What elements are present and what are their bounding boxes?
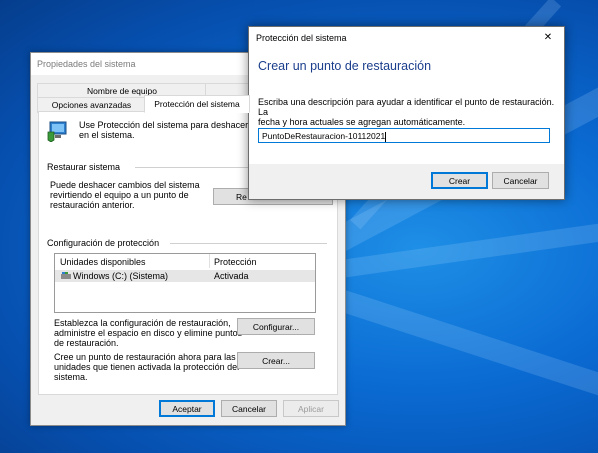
desc-line: de restauración. <box>54 338 119 348</box>
configure-button[interactable]: Configurar... <box>237 318 315 335</box>
text-cursor <box>385 131 387 142</box>
accept-button[interactable]: Aceptar <box>159 400 215 417</box>
section-title-restaurar: Restaurar sistema <box>47 162 121 172</box>
desc-line: Escriba una descripción para ayudar a id… <box>258 97 555 117</box>
section-title-proteccion: Configuración de protección <box>47 238 160 248</box>
divider <box>170 243 327 244</box>
create-restore-point-dialog: Protección del sistema ✕ Crear un punto … <box>248 26 565 200</box>
tab-label: Protección del sistema <box>154 99 240 109</box>
create-description: Cree un punto de restauración ahora para… <box>54 352 239 382</box>
drive-name: Windows (C:) (Sistema) <box>73 271 169 281</box>
desc-line: Puede deshacer cambios del sistema <box>50 180 200 190</box>
drive-protection-status: Activada <box>214 271 249 281</box>
close-icon[interactable]: ✕ <box>540 30 556 46</box>
configure-description: Establezca la configuración de restaurac… <box>54 318 242 348</box>
tab-label: Opciones avanzadas <box>51 100 132 110</box>
desc-line: fecha y hora actuales se agregan automát… <box>258 117 466 127</box>
create-restore-point-button[interactable]: Crear <box>431 172 488 189</box>
desc-line: sistema. <box>54 372 88 382</box>
table-row[interactable]: Windows (C:) (Sistema) Activada <box>55 270 315 282</box>
system-protection-icon <box>47 120 69 143</box>
column-header-proteccion[interactable]: Protección <box>214 257 257 267</box>
dialog-title: Protección del sistema <box>249 27 564 49</box>
dialog-heading: Crear un punto de restauración <box>258 59 432 73</box>
desc-line: Establezca la configuración de restaurac… <box>54 318 231 328</box>
desc-line: administre el espacio en disco y elimine… <box>54 328 243 338</box>
desc-line: Cree un punto de restauración ahora para… <box>54 352 236 362</box>
cancel-button[interactable]: Cancelar <box>221 400 277 417</box>
tab-proteccion-del-sistema[interactable]: Protección del sistema <box>144 95 250 113</box>
input-value: PuntoDeRestauracion-10112021 <box>262 131 386 141</box>
column-separator <box>209 254 210 268</box>
dialog-description: Escriba una descripción para ayudar a id… <box>258 97 558 127</box>
desc-line: revirtiendo el equipo a un punto de <box>50 190 189 200</box>
desc-line: unidades que tienen activada la protecci… <box>54 362 240 372</box>
dialog-content: Crear un punto de restauración Escriba u… <box>249 49 564 164</box>
desc-line: restauración anterior. <box>50 200 135 210</box>
restore-description: Puede deshacer cambios del sistema revir… <box>50 180 200 210</box>
drive-icon <box>61 272 71 279</box>
create-button[interactable]: Crear... <box>237 352 315 369</box>
column-header-unidades[interactable]: Unidades disponibles <box>60 257 146 267</box>
drives-list[interactable]: Unidades disponibles Protección Windows … <box>54 253 316 313</box>
apply-button[interactable]: Aplicar <box>283 400 339 417</box>
restore-point-name-input[interactable]: PuntoDeRestauracion-10112021 <box>258 128 550 143</box>
cancel-restore-point-button[interactable]: Cancelar <box>492 172 549 189</box>
